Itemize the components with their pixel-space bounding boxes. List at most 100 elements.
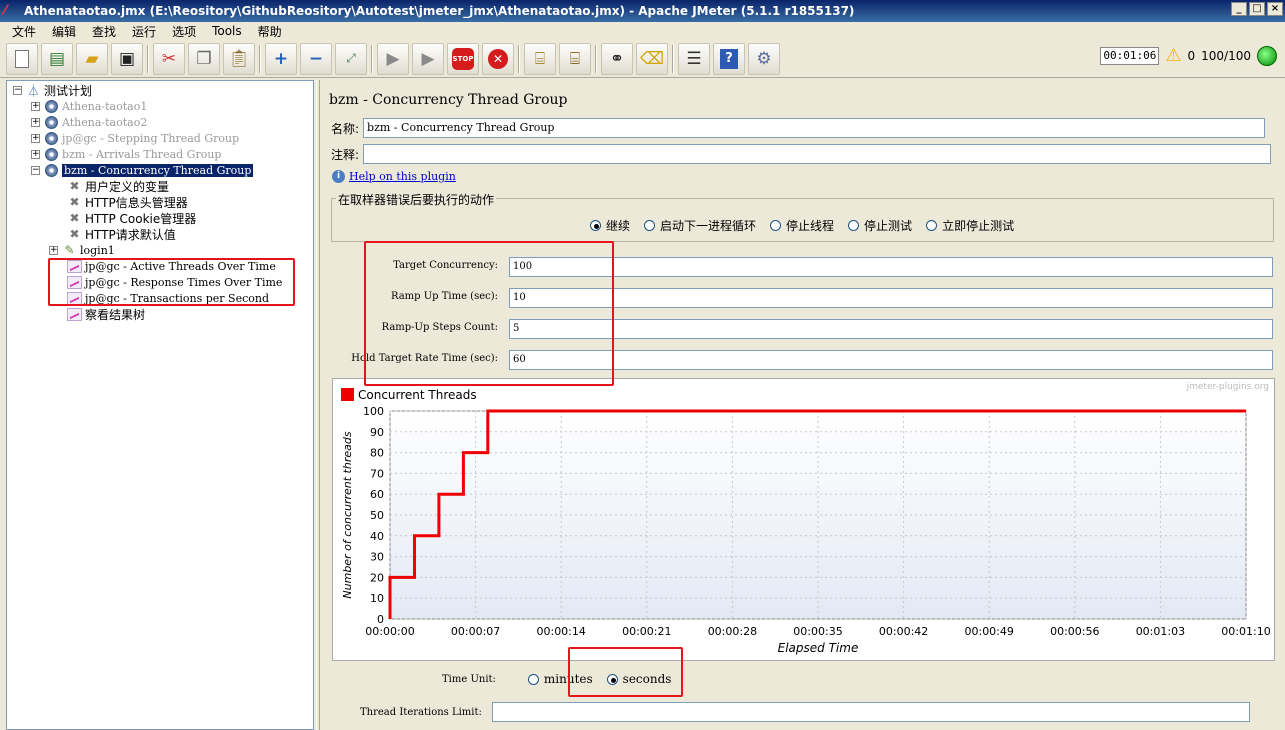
running-indicator-icon (1257, 46, 1277, 66)
tree-node[interactable]: + Athena-taotao2 (31, 114, 147, 130)
ramp-up-steps-field[interactable]: 5 (509, 319, 1273, 339)
toolbar-separator (595, 44, 597, 73)
close-button[interactable]: × (1267, 2, 1283, 16)
copy-icon[interactable]: ❐ (188, 42, 220, 75)
tree-node-selected[interactable]: − bzm - Concurrency Thread Group (31, 162, 254, 178)
templates-icon[interactable]: ▤ (41, 42, 73, 75)
menu-options[interactable]: 选项 (164, 23, 204, 40)
expand-toggle-icon[interactable]: + (31, 133, 40, 143)
toolbar-separator (147, 44, 149, 73)
tree-node[interactable]: + jp@gc - Stepping Thread Group (31, 130, 239, 146)
collapse-toggle-icon[interactable]: − (13, 85, 22, 95)
menu-edit[interactable]: 编辑 (44, 23, 84, 40)
tree-child[interactable]: ✖ 用户定义的变量 (67, 178, 169, 194)
test-plan-tree[interactable]: − ⏃ 测试计划 + Athena-taotao1 + Athena-taota… (6, 80, 314, 730)
tree-node[interactable]: + bzm - Arrivals Thread Group (31, 146, 221, 162)
radio-button[interactable] (590, 220, 601, 231)
expand-toggle-icon[interactable]: + (31, 101, 40, 111)
comment-field[interactable] (363, 144, 1272, 164)
sampler-error-action-group: 在取样器错误后要执行的动作 继续 启动下一进程循环 停止线程 停止测试 立即停止… (331, 191, 1274, 242)
tree-child[interactable]: ✖ HTTP请求默认值 (67, 226, 175, 242)
cut-icon[interactable]: ✂ (153, 42, 185, 75)
radio-button[interactable] (644, 220, 656, 231)
graph-icon (67, 291, 82, 306)
name-label: 名称: (331, 121, 360, 136)
radio-button[interactable] (606, 673, 618, 685)
start-no-pause-icon[interactable]: ▶ (412, 42, 444, 75)
iterations-field[interactable] (491, 702, 1250, 722)
y-tick-label: 80 (370, 447, 384, 460)
warning-icon[interactable]: ⚠ (1165, 47, 1181, 65)
maximize-button[interactable]: □ (1249, 2, 1265, 16)
target-concurrency-field[interactable]: 100 (509, 257, 1273, 277)
tree-child[interactable]: ✖ HTTP信息头管理器 (67, 194, 187, 210)
radio-button[interactable] (848, 220, 860, 231)
stop-icon[interactable]: STOP (447, 42, 479, 75)
menu-tools[interactable]: Tools (204, 24, 250, 38)
hold-target-rate-field[interactable]: 60 (509, 350, 1273, 370)
tree-child[interactable]: jp@gc - Active Threads Over Time (67, 258, 276, 274)
reset-search-icon[interactable]: ⌫ (636, 42, 668, 75)
radio-stop-test-now[interactable]: 立即停止测试 (926, 217, 1014, 234)
tree-child[interactable]: + ✎ login1 (49, 242, 115, 258)
window-title: Athenataotao.jmx (E:\Reository\GithubReo… (24, 4, 855, 18)
function-helper-icon[interactable]: ☰ (678, 42, 710, 75)
menu-search[interactable]: 查找 (84, 23, 124, 40)
radio-stop-thread[interactable]: 停止线程 (770, 217, 834, 234)
y-tick-label: 10 (370, 592, 384, 605)
ramp-up-time-field[interactable]: 10 (509, 288, 1273, 308)
clear-all-icon[interactable]: ⌸ (559, 42, 591, 75)
tree-child[interactable]: 察看结果树 (67, 306, 145, 322)
radio-stop-test[interactable]: 停止测试 (848, 217, 912, 234)
radio-minutes[interactable]: minutes (527, 672, 593, 686)
help-link[interactable]: Help on this plugin (349, 170, 456, 183)
x-tick-label: 00:00:14 (536, 625, 585, 638)
radio-button[interactable] (527, 673, 539, 685)
menu-run[interactable]: 运行 (124, 23, 164, 40)
start-icon[interactable]: ▶ (377, 42, 409, 75)
remote-icon[interactable]: ⚙ (748, 42, 780, 75)
help-link-row: i Help on this plugin (332, 170, 456, 183)
x-tick-label: 00:01:03 (1136, 625, 1185, 638)
error-group-label: 在取样器错误后要执行的动作 (336, 191, 497, 208)
tree-child[interactable]: jp@gc - Transactions per Second (67, 290, 269, 306)
radio-button[interactable] (926, 220, 938, 231)
minimize-button[interactable]: _ (1231, 2, 1247, 16)
tree-child[interactable]: ✖ HTTP Cookie管理器 (67, 210, 196, 226)
radio-button[interactable] (770, 220, 782, 231)
menu-bar: 文件 编辑 查找 运行 选项 Tools 帮助 (0, 22, 1285, 40)
radio-seconds[interactable]: seconds (606, 672, 671, 686)
toolbar-separator (672, 44, 674, 73)
tree-node[interactable]: + Athena-taotao1 (31, 98, 147, 114)
properties-panel: bzm - Concurrency Thread Group 名称: bzm -… (322, 80, 1285, 730)
wrench-icon: ✖ (69, 211, 80, 225)
menu-file[interactable]: 文件 (4, 23, 44, 40)
open-icon[interactable]: ▰ (76, 42, 108, 75)
y-tick-label: 30 (370, 551, 384, 564)
help-icon[interactable]: ? (713, 42, 745, 75)
save-icon[interactable]: ▣ (111, 42, 143, 75)
search-icon[interactable]: ⚭ (601, 42, 633, 75)
radio-start-next-loop[interactable]: 启动下一进程循环 (644, 217, 756, 234)
paste-icon[interactable]: 📋︎ (223, 42, 255, 75)
shutdown-icon[interactable]: ✕ (482, 42, 514, 75)
tree-node-root[interactable]: − ⏃ 测试计划 (13, 82, 92, 98)
collapse-toggle-icon[interactable]: − (31, 165, 40, 175)
toggle-icon[interactable]: ⤢ (335, 42, 367, 75)
watermark: jmeter-plugins.org (1186, 382, 1269, 392)
expand-toggle-icon[interactable]: + (49, 245, 58, 255)
clear-icon[interactable]: ⌸ (524, 42, 556, 75)
x-tick-label: 00:01:10 (1221, 625, 1270, 638)
collapse-icon[interactable]: − (300, 42, 332, 75)
panel-title: bzm - Concurrency Thread Group (329, 92, 568, 108)
expand-toggle-icon[interactable]: + (31, 117, 40, 127)
ramp-up-time-label: Ramp Up Time (sec): (390, 291, 498, 302)
menu-help[interactable]: 帮助 (250, 23, 290, 40)
pane-splitter[interactable] (316, 80, 320, 730)
expand-toggle-icon[interactable]: + (31, 149, 40, 159)
new-icon[interactable] (6, 42, 38, 75)
radio-continue[interactable]: 继续 (590, 217, 630, 234)
expand-icon[interactable]: + (265, 42, 297, 75)
name-field[interactable]: bzm - Concurrency Thread Group (363, 118, 1266, 138)
tree-child[interactable]: jp@gc - Response Times Over Time (67, 274, 282, 290)
